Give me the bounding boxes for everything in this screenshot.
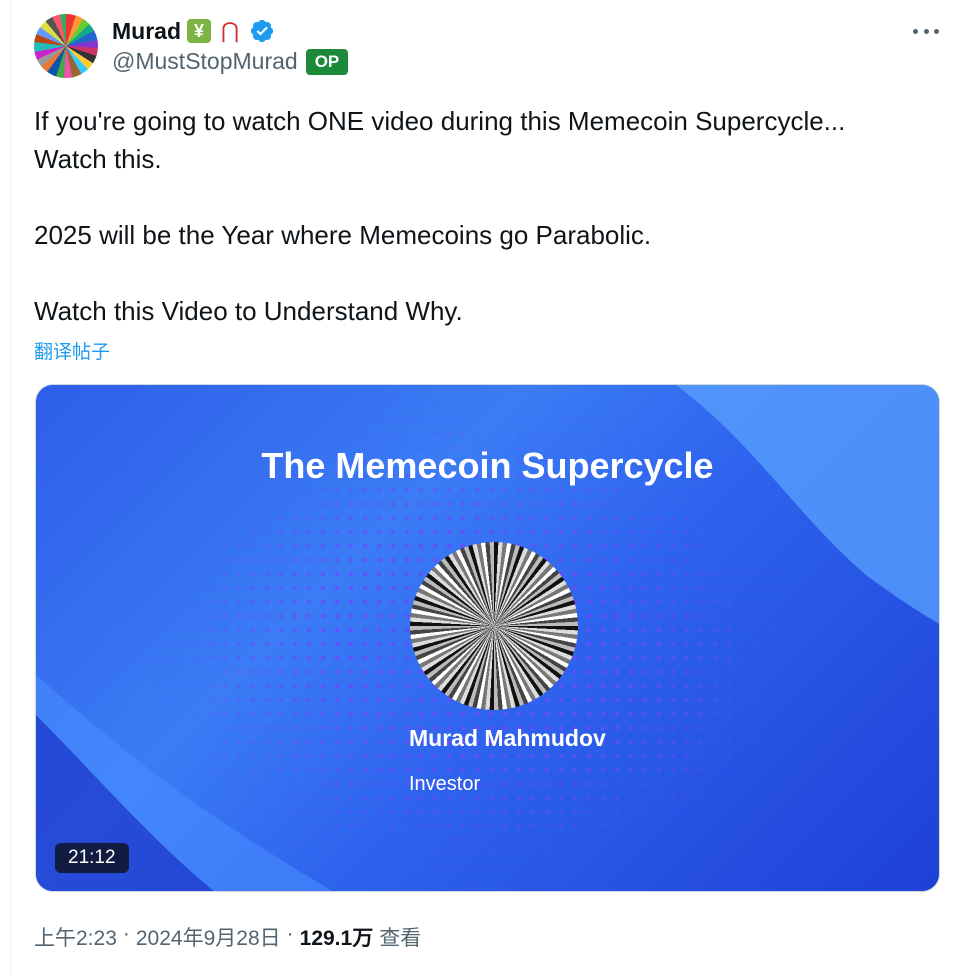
tweet-text: If you're going to watch ONE video durin… <box>34 102 934 330</box>
tweet-line: 2025 will be the Year where Memecoins go… <box>34 220 652 250</box>
view-count: 129.1万 <box>299 927 374 950</box>
more-options-button[interactable] <box>913 20 939 42</box>
post-date[interactable]: 2024年9月28日 <box>136 922 281 952</box>
video-player[interactable]: The Memecoin Supercycle Murad Mahmudov I… <box>35 384 940 892</box>
handle[interactable]: @MustStopMurad <box>112 48 298 75</box>
post-time[interactable]: 上午2:23 <box>34 922 117 952</box>
avatar[interactable] <box>34 14 98 78</box>
views-label: 查看 <box>379 927 422 950</box>
speaker-title: Investor <box>409 773 481 795</box>
handle-row: @MustStopMurad OP <box>112 48 349 75</box>
tweet-meta: 上午2:23 · 2024年9月28日 · 129.1万 查看 <box>34 922 422 952</box>
speaker-name: Murad Mahmudov <box>409 725 606 751</box>
video-duration-badge: 21:12 <box>55 843 129 873</box>
name-row: Murad ¥ ⋂ <box>112 16 275 46</box>
tweet-line: Watch this Video to Understand Why. <box>34 296 463 326</box>
chart-yen-icon: ¥ <box>187 19 211 43</box>
dot-icon <box>934 28 939 34</box>
tweet-line: If you're going to watch ONE video durin… <box>34 106 846 136</box>
verified-badge-icon[interactable] <box>249 18 275 44</box>
tweet-line: Watch this. <box>34 144 162 174</box>
video-title: The Memecoin Supercycle <box>261 445 714 486</box>
display-name[interactable]: Murad <box>112 18 181 45</box>
translate-post-link[interactable]: 翻译帖子 <box>34 337 110 364</box>
magnet-icon: ⋂ <box>220 18 240 43</box>
op-badge: OP <box>305 48 349 75</box>
dot-icon <box>913 28 918 34</box>
dot-icon <box>923 28 929 34</box>
speaker-avatar <box>410 542 578 710</box>
